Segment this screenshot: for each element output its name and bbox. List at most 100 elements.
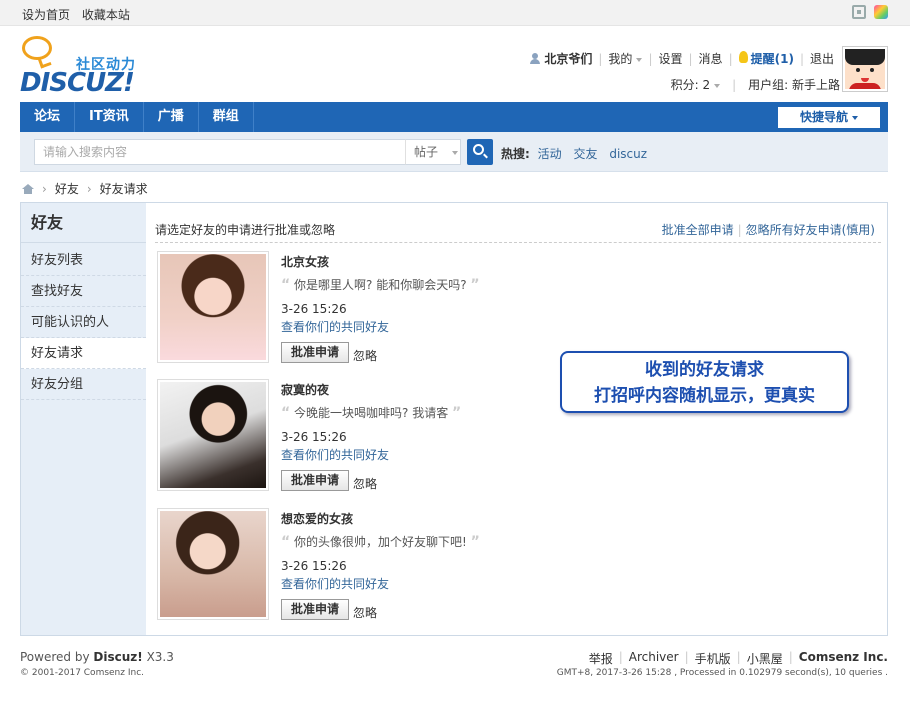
remind-label: 提醒(1) [750,52,794,66]
breadcrumb-friend-requests[interactable]: 好友请求 [100,180,148,197]
list-item: 北京女孩 “ 你是哪里人啊? 能和你聊会天吗? ” 3-26 15:26 查看你… [157,251,657,367]
greeting-message: “ 今晚能一块喝咖啡吗? 我请客 ” [281,405,462,421]
common-friends-link[interactable]: 查看你们的共同好友 [281,575,389,592]
version-label: X3.3 [146,650,174,664]
bulk-actions: 批准全部申请 | 忽略所有好友申请(慎用) [661,223,875,237]
approve-button[interactable]: 批准申请 [281,470,349,491]
home-icon[interactable] [22,183,34,194]
hot-search-link[interactable]: 交友 [573,147,597,161]
footer-copyright: © 2001-2017 Comsenz Inc. [20,668,145,678]
footer-powered: Powered by Discuz! X3.3 [20,650,174,664]
avatar-face-icon [845,49,885,89]
main-panel: 好友 好友列表 查找好友 可能认识的人 好友请求 好友分组 请选定好友的申请进行… [20,202,888,636]
user-icon [530,53,541,64]
requester-photo[interactable] [157,508,269,620]
username-label: 北京爷们 [544,52,593,66]
my-menu[interactable]: 我的 [608,50,643,67]
messages-link[interactable]: 消息 [699,50,723,67]
username-link[interactable]: 北京爷们 [530,50,592,67]
nav-item-groups[interactable]: 群组 [199,102,254,132]
search-button[interactable] [467,139,493,165]
nav-item-forum[interactable]: 论坛 [20,102,76,132]
product-link[interactable]: Discuz! [93,650,142,664]
chevron-down-icon [852,115,858,120]
nav-item-it-news[interactable]: IT资讯 [75,102,144,132]
search-type-label: 帖子 [414,145,439,159]
greeting-text: 你的头像很帅，加个好友聊下吧! [294,535,467,549]
breadcrumb: › 好友 › 好友请求 [22,180,148,197]
company-link[interactable]: Comsenz Inc. [799,650,888,667]
points-menu[interactable]: 积分: 2 [671,76,721,93]
user-bar: 北京爷们 | 我的 | 设置 | 消息 | 提醒(1) | 退出 [530,50,834,67]
remind-link[interactable]: 提醒(1) [738,50,794,67]
requester-photo[interactable] [157,379,269,491]
powered-label: Powered by [20,650,90,664]
sidebar-item-friend-list[interactable]: 好友列表 [21,245,146,276]
nav-item-broadcast[interactable]: 广播 [144,102,199,132]
ignore-link[interactable]: 忽略 [353,347,377,364]
quick-nav-label: 快捷导航 [799,110,848,124]
annotation-callout: 收到的好友请求 打招呼内容随机显示，更真实 [560,351,849,413]
approve-button[interactable]: 批准申请 [281,599,349,620]
sidebar-item-friend-groups[interactable]: 好友分组 [21,369,146,400]
user-stats: 积分: 2 | 用户组: 新手上路 [671,76,850,93]
usergroup-label: 用户组: 新手上路 [748,78,840,92]
archiver-link[interactable]: Archiver [629,650,679,667]
search-input[interactable]: 请输入搜索内容 [34,139,406,165]
callout-line1: 收到的好友请求 [645,360,764,380]
theme-color-icon[interactable] [874,5,888,19]
logout-link[interactable]: 退出 [810,50,834,67]
request-time: 3-26 15:26 [281,559,347,573]
fullscreen-icon[interactable] [852,5,866,19]
chevron-down-icon [714,83,721,88]
top-tools [852,5,888,19]
search-bar: 请输入搜索内容 帖子 热搜: 活动 交友 discuz [20,132,888,172]
avatar[interactable] [842,46,888,92]
top-links: 设为首页 收藏本站 [22,6,138,23]
ignore-link[interactable]: 忽略 [353,475,377,492]
ignore-all-link[interactable]: 忽略所有好友申请(慎用) [746,223,875,237]
common-friends-link[interactable]: 查看你们的共同好友 [281,446,389,463]
search-type-select[interactable]: 帖子 [405,139,461,165]
bookmark-link[interactable]: 收藏本站 [82,8,130,22]
approve-all-link[interactable]: 批准全部申请 [662,223,734,237]
ignore-link[interactable]: 忽略 [353,604,377,621]
instruction-text: 请选定好友的申请进行批准或忽略 [155,223,336,237]
sidebar-item-friend-requests[interactable]: 好友请求 [21,338,146,369]
greeting-text: 你是哪里人啊? 能和你聊会天吗? [294,278,467,292]
blackroom-link[interactable]: 小黑屋 [747,650,783,667]
bulb-icon [738,51,748,63]
hot-search-link[interactable]: discuz [609,147,647,161]
logo-bubble-icon [22,36,52,60]
callout-line2: 打招呼内容随机显示，更真实 [594,386,815,406]
quick-nav-button[interactable]: 快捷导航 [778,107,880,128]
requester-photo[interactable] [157,251,269,363]
settings-link[interactable]: 设置 [658,50,682,67]
report-link[interactable]: 举报 [589,650,613,667]
sidebar-item-may-know[interactable]: 可能认识的人 [21,307,146,338]
requester-name[interactable]: 寂寞的夜 [281,381,329,398]
hot-search: 热搜: 活动 交友 discuz [501,145,655,162]
hot-search-label: 热搜: [501,147,530,161]
top-bar: 设为首页 收藏本站 [0,0,910,26]
chevron-down-icon [452,150,459,155]
mobile-link[interactable]: 手机版 [695,650,731,667]
greeting-message: “ 你是哪里人啊? 能和你聊会天吗? ” [281,277,480,293]
content-header: 请选定好友的申请进行批准或忽略 批准全部申请 | 忽略所有好友申请(慎用) [155,221,881,243]
list-item: 想恋爱的女孩 “ 你的头像很帅，加个好友聊下吧! ” 3-26 15:26 查看… [157,508,657,624]
my-menu-label: 我的 [608,52,633,66]
logo-brand: DISCUZ! [20,68,135,98]
requester-name[interactable]: 北京女孩 [281,253,329,270]
footer-links: 举报 | Archiver | 手机版 | 小黑屋 | Comsenz Inc. [588,650,888,667]
common-friends-link[interactable]: 查看你们的共同好友 [281,318,389,335]
breadcrumb-friends[interactable]: 好友 [55,180,79,197]
approve-button[interactable]: 批准申请 [281,342,349,363]
site-logo[interactable]: 社区动力 DISCUZ! [20,36,150,98]
greeting-text: 今晚能一块喝咖啡吗? 我请客 [294,406,449,420]
set-home-link[interactable]: 设为首页 [22,8,70,22]
usergroup-menu[interactable]: 用户组: 新手上路 [748,76,850,93]
requester-name[interactable]: 想恋爱的女孩 [281,510,353,527]
sidebar-item-find-friends[interactable]: 查找好友 [21,276,146,307]
footer-stats: GMT+8, 2017-3-26 15:28 , Processed in 0.… [556,668,888,678]
hot-search-link[interactable]: 活动 [538,147,562,161]
